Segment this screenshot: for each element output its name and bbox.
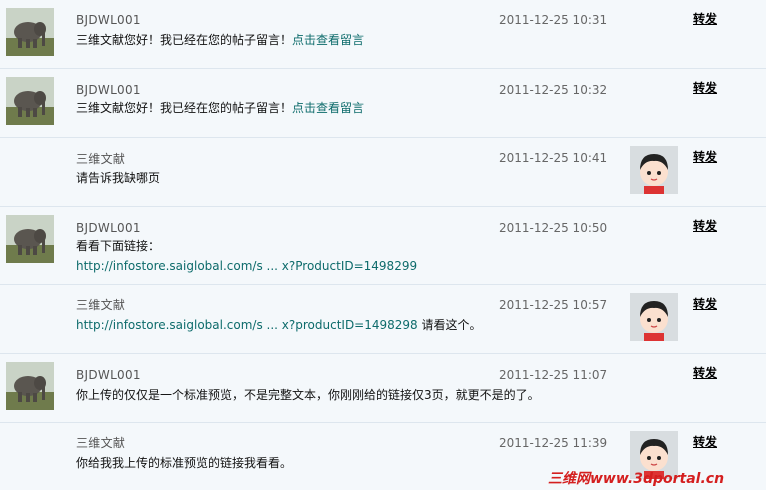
message-body: 你给我我上传的标准预览的链接我看看。 [76, 456, 293, 470]
forward-link[interactable]: 转发 [693, 148, 717, 165]
message-item: 三维文献 2011-12-25 10:41 转发 请告诉我缺哪页 [0, 138, 766, 207]
message-author: 三维文献 [76, 436, 126, 450]
message-text: 三维文献您好！我已经在您的帖子留言！点击查看留言 [76, 31, 364, 48]
message-text: 请告诉我缺哪页 [76, 169, 160, 186]
forward-link[interactable]: 转发 [693, 364, 717, 381]
message-text: 看看下面链接： [76, 237, 160, 254]
message-text: 你上传的仅仅是一个标准预览，不是完整文本，你刚刚给的链接仅3页，就更不是的了。 [76, 386, 540, 403]
view-comment-link[interactable]: 点击查看留言 [292, 33, 364, 47]
elephant-avatar[interactable] [6, 362, 54, 410]
message-text: 三维文献您好！我已经在您的帖子留言！点击查看留言 [76, 99, 364, 116]
product-link[interactable]: http://infostore.saiglobal.com/s ... x?p… [76, 318, 418, 332]
message-item: BJDWL001 2011-12-25 10:31 转发 三维文献您好！我已经在… [0, 0, 766, 69]
message-body: 三维文献您好！我已经在您的帖子留言！ [76, 101, 293, 115]
elephant-avatar[interactable] [6, 8, 54, 56]
message-item: BJDWL001 2011-12-25 10:32 转发 三维文献您好！我已经在… [0, 69, 766, 138]
message-author: BJDWL001 [76, 368, 141, 382]
forward-link[interactable]: 转发 [693, 10, 717, 27]
message-author: BJDWL001 [76, 13, 141, 27]
message-body: 请告诉我缺哪页 [76, 171, 161, 185]
site-watermark: 三维网www.3dportal.cn [548, 471, 725, 487]
message-author: BJDWL001 [76, 83, 141, 97]
message-time: 2011-12-25 10:32 [499, 83, 608, 97]
elephant-avatar[interactable] [6, 215, 54, 263]
message-body: 看看下面链接： [76, 239, 161, 253]
message-author: 三维文献 [76, 298, 126, 312]
message-item: 三维文献 2011-12-25 10:57 转发 http://infostor… [0, 285, 766, 354]
message-time: 2011-12-25 11:07 [499, 368, 608, 382]
message-body: 请看这个。 [417, 318, 482, 332]
message-author: 三维文献 [76, 152, 126, 166]
view-comment-link[interactable]: 点击查看留言 [292, 101, 364, 115]
message-author: BJDWL001 [76, 221, 141, 235]
message-time: 2011-12-25 11:39 [499, 436, 608, 450]
message-body: 三维文献您好！我已经在您的帖子留言！ [76, 33, 293, 47]
message-text: http://infostore.saiglobal.com/s ... x?p… [76, 316, 482, 333]
forward-link[interactable]: 转发 [693, 295, 717, 312]
message-item: BJDWL001 2011-12-25 11:07 转发 你上传的仅仅是一个标准… [0, 354, 766, 423]
message-time: 2011-12-25 10:57 [499, 298, 608, 312]
cartoon-girl-avatar[interactable] [630, 293, 678, 341]
product-link[interactable]: http://infostore.saiglobal.com/s ... x?P… [76, 259, 417, 273]
forward-link[interactable]: 转发 [693, 79, 717, 96]
message-item: BJDWL001 2011-12-25 10:50 转发 看看下面链接： htt… [0, 207, 766, 285]
forward-link[interactable]: 转发 [693, 217, 717, 234]
message-link-line: http://infostore.saiglobal.com/s ... x?P… [76, 259, 417, 273]
message-time: 2011-12-25 10:50 [499, 221, 608, 235]
message-feed: BJDWL001 2011-12-25 10:31 转发 三维文献您好！我已经在… [0, 0, 766, 490]
message-text: 你给我我上传的标准预览的链接我看看。 [76, 454, 292, 471]
elephant-avatar[interactable] [6, 77, 54, 125]
message-body: 你上传的仅仅是一个标准预览，不是完整文本，你刚刚给的链接仅3页，就更不是的了。 [76, 388, 540, 402]
forward-link[interactable]: 转发 [693, 433, 717, 450]
message-time: 2011-12-25 10:31 [499, 13, 608, 27]
message-time: 2011-12-25 10:41 [499, 151, 608, 165]
cartoon-girl-avatar[interactable] [630, 146, 678, 194]
